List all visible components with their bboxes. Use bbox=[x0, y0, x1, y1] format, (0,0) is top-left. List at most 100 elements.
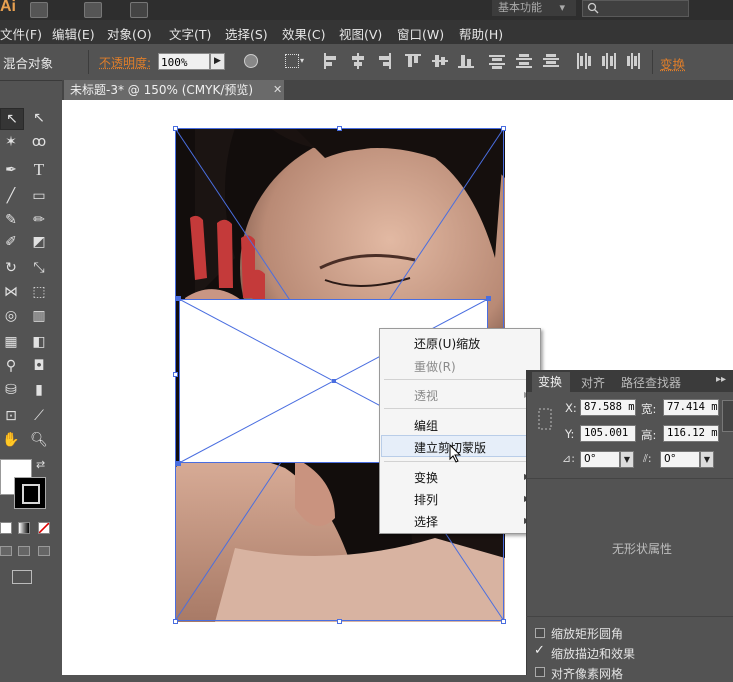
shear-dropdown-arrow[interactable]: ▼ bbox=[700, 451, 714, 468]
eraser-tool-icon[interactable]: ◩ bbox=[28, 232, 50, 252]
menu-select[interactable]: 选择(S) bbox=[225, 24, 268, 43]
x-input[interactable]: 87.588 mm bbox=[580, 399, 636, 416]
lasso-tool-icon[interactable]: ꝏ bbox=[28, 132, 50, 152]
column-graph-tool-icon[interactable]: ▮ bbox=[28, 380, 50, 400]
free-transform-tool-icon[interactable]: ⬚ bbox=[28, 282, 50, 302]
blend-tool-icon[interactable]: ◘ bbox=[28, 356, 50, 376]
align-horizontal-center-icon[interactable] bbox=[350, 53, 366, 69]
direct-selection-tool-icon[interactable]: ↖ bbox=[28, 108, 50, 128]
draw-inside-icon[interactable] bbox=[38, 546, 50, 556]
align-vertical-center-icon[interactable] bbox=[432, 53, 448, 69]
resize-handle[interactable] bbox=[501, 126, 506, 131]
recolor-artwork-icon[interactable] bbox=[244, 54, 258, 68]
selection-tool-icon[interactable]: ↖ bbox=[0, 108, 24, 130]
opacity-input[interactable]: 100% bbox=[158, 53, 210, 70]
distribute-right-icon[interactable] bbox=[626, 53, 642, 69]
menu-help[interactable]: 帮助(H) bbox=[459, 24, 503, 43]
menu-view[interactable]: 视图(V) bbox=[339, 24, 382, 43]
menu-type[interactable]: 文字(T) bbox=[169, 24, 211, 43]
anchor-point[interactable] bbox=[176, 461, 181, 466]
bridge-icon[interactable] bbox=[30, 2, 48, 18]
anchor-point[interactable] bbox=[176, 296, 181, 301]
rotate-dropdown-arrow[interactable]: ▼ bbox=[620, 451, 634, 468]
tab-transform[interactable]: 变换 bbox=[532, 372, 570, 392]
symbol-sprayer-tool-icon[interactable]: ⛁ bbox=[0, 380, 22, 400]
menu-item-arrange[interactable]: 排列 bbox=[414, 491, 438, 508]
perspective-grid-tool-icon[interactable]: ▥ bbox=[28, 306, 50, 326]
swap-colors-icon[interactable]: ⇄ bbox=[36, 458, 45, 471]
slice-tool-icon[interactable]: ⟋ bbox=[28, 406, 50, 426]
line-segment-tool-icon[interactable]: ╱ bbox=[0, 186, 22, 206]
close-icon[interactable]: ✕ bbox=[273, 83, 282, 96]
anchor-point[interactable] bbox=[486, 296, 491, 301]
align-pixel-grid-checkbox[interactable] bbox=[535, 667, 545, 677]
blob-brush-tool-icon[interactable]: ✐ bbox=[0, 232, 22, 252]
menu-item-group[interactable]: 编组 bbox=[414, 417, 438, 434]
height-input[interactable]: 116.12 mm bbox=[663, 425, 719, 442]
align-bottom-icon[interactable] bbox=[458, 53, 474, 69]
menu-object[interactable]: 对象(O) bbox=[107, 24, 152, 43]
pen-tool-icon[interactable]: ✒ bbox=[0, 160, 22, 180]
type-tool-icon[interactable]: T bbox=[28, 160, 50, 180]
distribute-vertical-center-icon[interactable] bbox=[516, 53, 532, 69]
align-right-icon[interactable] bbox=[376, 53, 392, 69]
paintbrush-tool-icon[interactable]: ✎ bbox=[0, 210, 22, 230]
arrange-documents-icon[interactable] bbox=[84, 2, 102, 18]
checkmark-icon[interactable]: ✓ bbox=[534, 643, 545, 658]
tab-pathfinder[interactable]: 路径查找器 bbox=[621, 374, 681, 391]
draw-behind-icon[interactable] bbox=[18, 546, 30, 556]
constrain-proportions-icon[interactable] bbox=[722, 400, 733, 432]
artboard-tool-icon[interactable]: ⊡ bbox=[0, 406, 22, 426]
draw-normal-icon[interactable] bbox=[0, 546, 12, 556]
rotate-input[interactable]: 0° bbox=[580, 451, 620, 468]
sync-icon[interactable] bbox=[130, 2, 148, 18]
opacity-dropdown-arrow[interactable]: ▶ bbox=[210, 53, 225, 70]
distribute-top-icon[interactable] bbox=[489, 53, 505, 69]
resize-handle[interactable] bbox=[337, 126, 342, 131]
shear-input[interactable]: 0° bbox=[660, 451, 700, 468]
pencil-tool-icon[interactable]: ✏ bbox=[28, 210, 50, 230]
zoom-tool-icon[interactable]: 🔍︎ bbox=[28, 430, 50, 450]
menu-item-transform[interactable]: 变换 bbox=[414, 469, 438, 486]
menu-window[interactable]: 窗口(W) bbox=[397, 24, 444, 43]
document-tab[interactable]: 未标题-3* @ 150% (CMYK/预览) bbox=[64, 80, 284, 100]
align-left-icon[interactable] bbox=[323, 53, 339, 69]
scale-tool-icon[interactable]: ⤡ bbox=[28, 258, 50, 278]
tab-align[interactable]: 对齐 bbox=[581, 374, 605, 391]
hand-tool-icon[interactable]: ✋ bbox=[0, 430, 22, 450]
resize-handle[interactable] bbox=[173, 372, 178, 377]
none-mode-icon[interactable] bbox=[38, 522, 50, 534]
distribute-bottom-icon[interactable] bbox=[543, 53, 559, 69]
menu-effect[interactable]: 效果(C) bbox=[282, 24, 325, 43]
resize-handle[interactable] bbox=[501, 619, 506, 624]
y-input[interactable]: 105.001 mm bbox=[580, 425, 636, 442]
width-input[interactable]: 77.414 mm bbox=[663, 399, 719, 416]
distribute-left-icon[interactable] bbox=[575, 53, 591, 69]
menu-edit[interactable]: 编辑(E) bbox=[52, 24, 95, 43]
resize-handle[interactable] bbox=[337, 619, 342, 624]
mesh-tool-icon[interactable]: ▦ bbox=[0, 332, 22, 352]
chevron-down-icon[interactable]: ▾ bbox=[300, 56, 304, 65]
gradient-mode-icon[interactable] bbox=[18, 522, 30, 534]
screen-mode-icon[interactable] bbox=[12, 570, 32, 584]
distribute-horizontal-center-icon[interactable] bbox=[601, 53, 617, 69]
rectangle-tool-icon[interactable]: ▭ bbox=[28, 186, 50, 206]
workspace-switcher[interactable]: 基本功能 ▾ bbox=[492, 0, 576, 16]
menu-file[interactable]: 文件(F) bbox=[0, 24, 42, 43]
menu-item-select[interactable]: 选择 bbox=[414, 513, 438, 530]
help-search-input[interactable] bbox=[582, 0, 689, 17]
shape-builder-tool-icon[interactable]: ◎ bbox=[0, 306, 22, 326]
transform-panel-link[interactable]: 变换 bbox=[660, 54, 685, 73]
width-tool-icon[interactable]: ⋈ bbox=[0, 282, 22, 302]
gradient-tool-icon[interactable]: ◧ bbox=[28, 332, 50, 352]
scale-corners-checkbox[interactable] bbox=[535, 628, 545, 638]
eyedropper-tool-icon[interactable]: ⚲ bbox=[0, 356, 22, 376]
color-mode-icon[interactable] bbox=[0, 522, 12, 534]
opacity-label-link[interactable]: 不透明度: bbox=[99, 54, 151, 71]
rotate-tool-icon[interactable]: ↻ bbox=[0, 258, 22, 278]
reference-point-icon[interactable] bbox=[538, 408, 552, 430]
transform-reference-icon[interactable] bbox=[285, 54, 299, 68]
menu-item-undo-zoom[interactable]: 还原(U)缩放 bbox=[414, 335, 480, 352]
panel-collapse-icon[interactable]: ▸▸ bbox=[716, 374, 726, 385]
magic-wand-tool-icon[interactable]: ✶ bbox=[0, 132, 22, 152]
